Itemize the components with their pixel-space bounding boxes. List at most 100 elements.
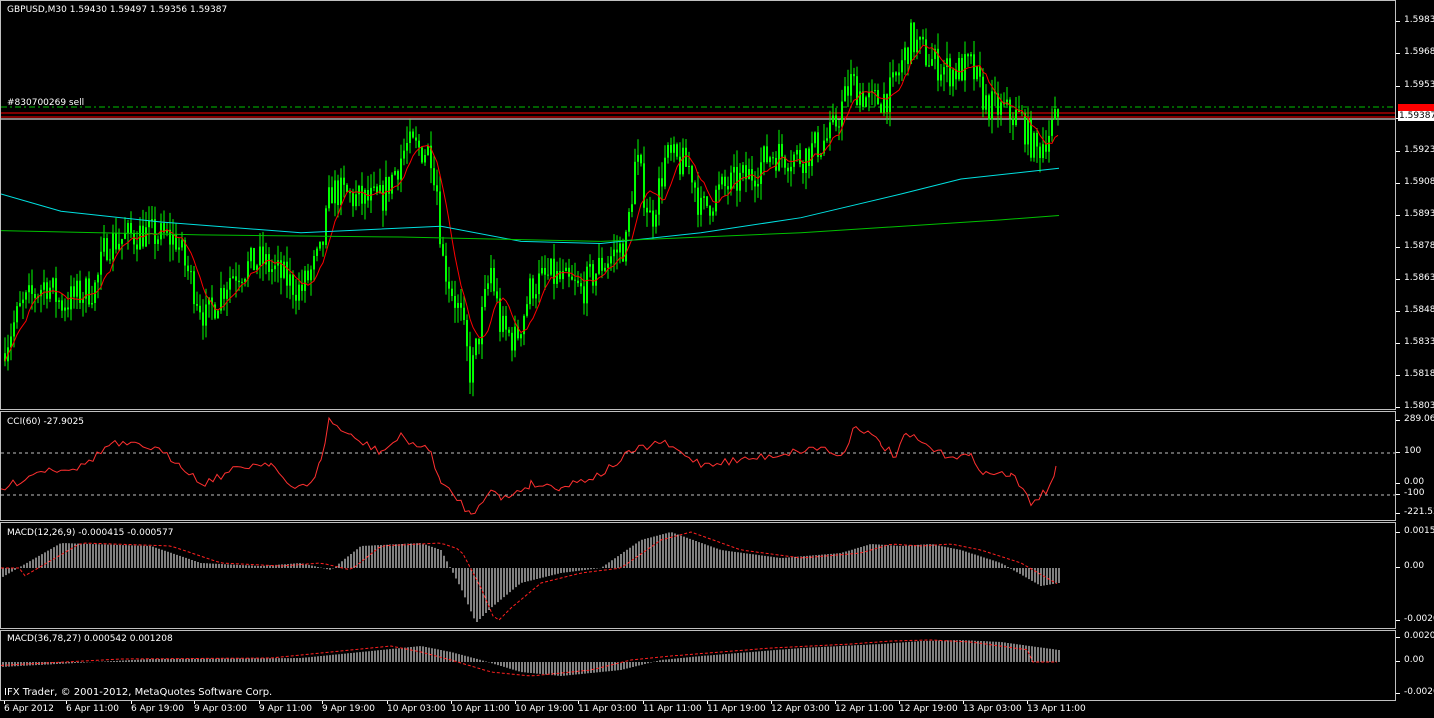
candle-body [892,72,894,78]
price-chart-canvas[interactable] [1,1,1396,410]
candle-body [1042,144,1044,159]
time-tick [131,701,132,704]
candle-body [91,302,93,305]
axis-label: 1.58335 [1404,337,1434,347]
candle-body [760,162,762,184]
order-label[interactable]: #830700269 sell [7,98,84,108]
candle-body [763,146,765,163]
candle-body [361,185,363,204]
candle-body [616,249,618,253]
axis-tick [1396,343,1400,344]
macd1-pane[interactable]: MACD(12,26,9) -0.000415 -0.000577 [0,522,1396,629]
current-price-tag: 1.59387 [1398,111,1434,121]
candle-body [991,91,993,120]
candle-body [736,166,738,191]
axis-tick [1396,452,1400,453]
candle-body [961,58,963,81]
candle-body [199,305,201,313]
candle-body [331,187,333,204]
candle-body [874,90,876,92]
candle-body [241,281,243,283]
candle-body [712,211,714,216]
candle-body [688,165,690,167]
candle-body [649,210,651,213]
axis-label: 1.59230 [1404,145,1434,155]
candle-body [613,249,615,257]
time-tick [194,701,195,704]
time-label: 10 Apr 11:00 [451,704,510,714]
candle-body [580,283,582,287]
time-tick [66,701,67,704]
candle-body [631,204,633,212]
time-tick [963,701,964,704]
candle-body [436,185,438,192]
candle-body [88,278,90,305]
axis-tick [1396,311,1400,312]
axis-tick [1396,661,1400,662]
candle-body [346,184,348,193]
copyright-text: IFX Trader, © 2001-2012, MetaQuotes Soft… [4,687,273,698]
candle-body [637,154,639,162]
candle-body [433,168,435,186]
candle-body [1033,132,1035,158]
candle-body [670,144,672,153]
candle-body [913,22,915,53]
candle-body [646,207,648,213]
candle-body [226,289,228,299]
candle-body [826,138,828,141]
axis-label: 1.59530 [1404,80,1434,90]
candle-body [520,334,522,339]
axis-tick [1396,151,1400,152]
candle-body [391,174,393,194]
candle-body [46,282,48,299]
time-label: 6 Apr 2012 [4,704,54,714]
macd1-axis: 0.00151 0.00 -0.00209 [1396,522,1434,629]
price-chart-pane[interactable]: GBPUSD,M30 1.59430 1.59497 1.59356 1.593… [0,0,1396,410]
cci-pane[interactable]: CCI(60) -27.9025 [0,411,1396,521]
candle-body [706,196,708,206]
candle-body [400,158,402,180]
time-label: 12 Apr 03:00 [771,704,830,714]
candle-body [634,161,636,205]
candle-body [673,144,675,153]
candle-body [829,122,831,139]
candle-body [415,137,417,141]
candle-body [550,258,552,275]
candle-body [511,332,513,351]
candle-body [778,143,780,171]
time-tick [4,701,5,704]
candle-body [73,286,75,297]
candle-body [781,143,783,157]
candle-body [124,232,126,239]
axis-label: 0.00 [1404,477,1425,487]
candle-body [607,263,609,268]
candle-body [592,264,594,286]
price-axis: 1.598301.596801.595301.593801.592301.590… [1396,0,1434,411]
candle-body [982,76,984,110]
candle-body [76,280,78,297]
candle-body [928,65,930,67]
candle-body [967,54,969,57]
candle-body [337,180,339,206]
axis-tick [1396,420,1400,421]
candle-body [373,186,375,188]
candle-body [742,165,744,173]
candle-body [772,157,774,159]
candle-body [907,47,909,64]
candle-body [694,182,696,188]
candle-body [985,95,987,110]
candle-body [544,267,546,275]
time-tick [899,701,900,704]
candle-body [919,36,921,40]
candle-body [787,167,789,172]
candle-body [406,142,408,151]
candle-body [727,186,729,190]
candle-body [844,86,846,102]
candle-body [847,86,849,96]
candle-body [439,191,441,245]
axis-tick [1396,279,1400,280]
candle-body [940,74,942,81]
candle-body [811,143,813,166]
candle-body [841,101,843,127]
time-tick [707,701,708,704]
